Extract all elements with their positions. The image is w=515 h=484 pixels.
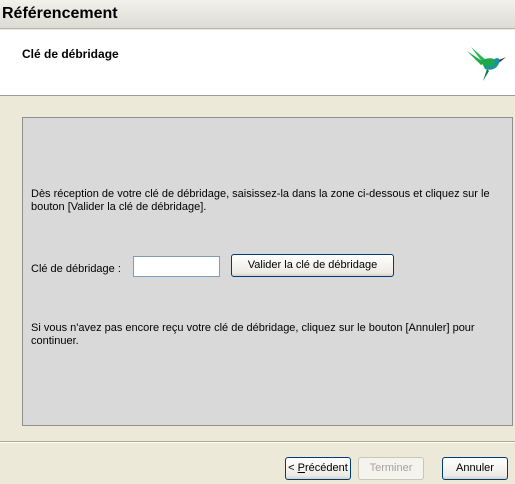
key-input[interactable] <box>133 256 220 277</box>
wizard-header: Clé de débridage <box>0 30 515 96</box>
wizard-window: Référencement Clé de débridage Dès récep… <box>0 0 515 484</box>
previous-rest: récédent <box>305 462 348 474</box>
instruction-text: Dès réception de votre clé de débridage,… <box>31 188 490 213</box>
finish-button[interactable]: Terminer <box>358 457 424 480</box>
title-bar[interactable]: Référencement <box>0 0 515 29</box>
page-title: Clé de débridage <box>22 47 119 61</box>
previous-accel: P <box>297 462 305 474</box>
footer-separator <box>0 441 515 443</box>
cancel-button[interactable]: Annuler <box>442 457 508 480</box>
previous-prefix: < <box>288 462 298 474</box>
hummingbird-icon <box>467 47 506 81</box>
key-label: Clé de débridage : <box>31 263 121 275</box>
validate-key-button[interactable]: Valider la clé de débridage <box>231 254 394 277</box>
window-title: Référencement <box>2 5 118 22</box>
content-panel: Dès réception de votre clé de débridage,… <box>22 117 513 426</box>
previous-button[interactable]: < Précédent <box>285 457 351 480</box>
note-text: Si vous n'avez pas encore reçu votre clé… <box>31 322 475 347</box>
